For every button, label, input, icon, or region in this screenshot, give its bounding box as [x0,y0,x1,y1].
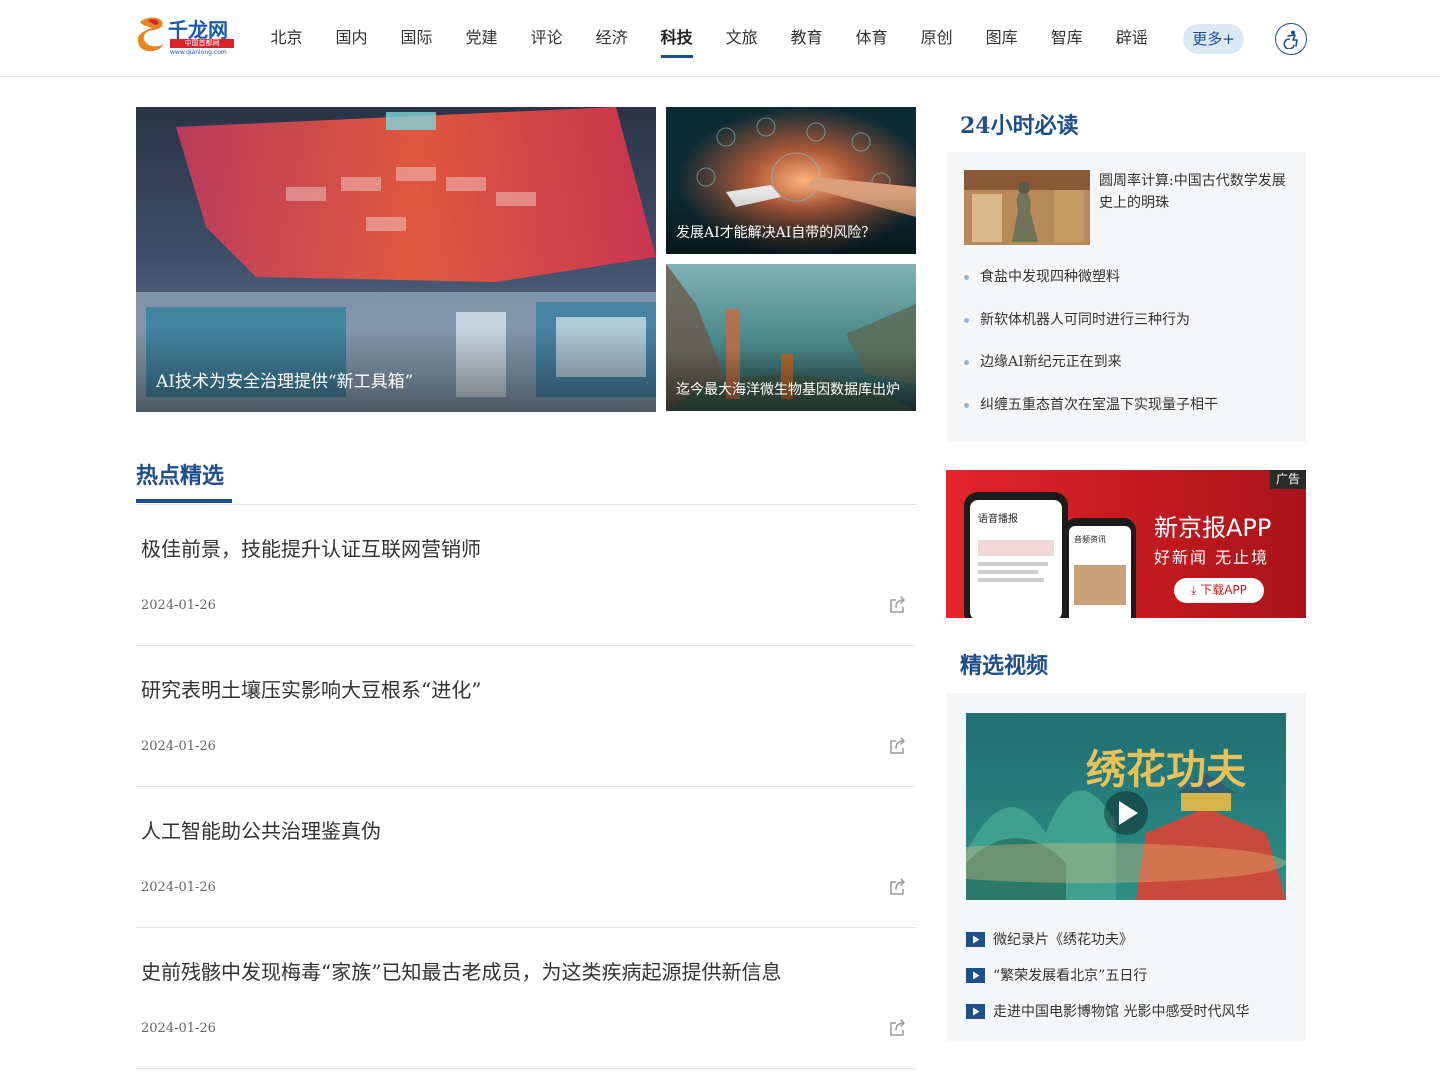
download-icon: ⤓ [1191,583,1197,597]
must-read-item-label: 边缘AI新纪元正在到来 [980,354,1122,370]
featured-videos-panel: 绣花功夫 微纪录片《绣花功夫》 “繁荣发展看北京”五日行走进中国电影博物馆 光影中… [946,693,1306,1041]
ad-download-button[interactable]: ⤓ 下载APP [1174,578,1264,603]
hot-picks-underline [136,499,232,503]
news-date: 2024-01-26 [141,880,216,895]
news-item[interactable]: 人工智能助公共治理鉴真伪 2024-01-26 [136,787,916,928]
share-icon[interactable] [888,736,908,756]
share-icon[interactable] [888,877,908,897]
must-read-item[interactable]: 食盐中发现四种微塑料 [964,256,1294,299]
news-date: 2024-01-26 [141,1021,216,1036]
site-logo[interactable]: 千龙网 中国首都网 www.qianlong.com [136,16,236,58]
must-read-list: 食盐中发现四种微塑料新软体机器人可同时进行三种行为 边缘AI新纪元正在到来纠缠五重… [964,256,1294,426]
nav-item-13[interactable]: 辟谣 [1116,0,1148,77]
must-read-thumbnail [964,170,1090,245]
accessibility-icon [1283,30,1298,49]
accessibility-button[interactable] [1275,23,1307,55]
nav-item-1[interactable]: 国内 [336,0,368,77]
logo-url: www.qianlong.com [170,49,227,56]
ad-title: 新京报APP [1154,514,1272,542]
must-read-panel: 圆周率计算:中国古代数学发展史上的明珠 食盐中发现四种微塑料新软体机器人可同时进… [946,152,1306,442]
ad-slogan: 好新闻 无止境 [1154,548,1270,567]
nav-item-7[interactable]: 文旅 [726,0,758,77]
share-icon[interactable] [888,1018,908,1038]
nav-item-6[interactable]: 科技 [660,0,693,77]
hero-side1-caption: 发展AI才能解决AI自带的风险？ [666,192,916,254]
app-ad-banner[interactable]: 语音播报 音频资讯 广告 新京报APP 好新闻 无止境 ⤓ 下载APP [946,470,1306,618]
nav-item-5[interactable]: 经济 [596,0,628,77]
featured-videos-title: 精选视频 [960,653,1049,679]
must-read-item[interactable]: 新软体机器人可同时进行三种行为 [964,299,1294,342]
news-title[interactable]: 人工智能助公共治理鉴真伪 [141,815,381,844]
play-icon [966,1004,985,1019]
site-header: 千龙网 中国首都网 www.qianlong.com 北京 国内 国际 党建 评论 经济科… [0,0,1440,77]
news-item[interactable]: 研究表明土壤压实影响大豆根系“进化” 2024-01-26 [136,646,916,787]
must-read-featured[interactable]: 圆周率计算:中国古代数学发展史上的明珠 [964,170,1286,246]
news-title[interactable]: 史前残骸中发现梅毒“家族”已知最古老成员，为这类疾病起源提供新信息 [141,956,781,985]
video-thumbnail[interactable]: 绣花功夫 [966,713,1286,900]
news-item[interactable]: 史前残骸中发现梅毒“家族”已知最古老成员，为这类疾病起源提供新信息 2024-01… [136,928,916,1069]
share-icon[interactable] [888,595,908,615]
must-read-item-label: 纠缠五重态首次在室温下实现量子相干 [980,396,1218,413]
more-menu-button[interactable]: 更多+ [1183,24,1244,54]
ad-badge: 广告 [1270,470,1306,489]
play-icon [966,932,985,947]
hot-news-list: 极佳前景，技能提升认证互联网营销师 2024-01-26 研究表明土壤压实影响大豆根… [136,505,916,1069]
video-thumb-caption: 绣花功夫 [1086,746,1247,793]
must-read-featured-title: 圆周率计算:中国古代数学发展史上的明珠 [1099,173,1286,211]
nav-item-0[interactable]: 北京 [271,0,303,77]
nav-item-4[interactable]: 评论 [531,0,563,77]
ad-screen-label-1: 语音播报 [978,512,1018,525]
video-item-label: 走进中国电影博物馆 光影中感受时代风华 [993,1004,1250,1020]
hero-side-story-1[interactable]: 发展AI才能解决AI自带的风险？ [666,107,916,254]
news-title[interactable]: 研究表明土壤压实影响大豆根系“进化” [141,674,481,703]
video-item[interactable]: 走进中国电影博物馆 光影中感受时代风华 [966,994,1296,1030]
logo-tagline: 中国首都网 [170,39,234,48]
hot-picks-title: 热点精选 [136,463,225,489]
news-date: 2024-01-26 [141,739,216,754]
hero-main-caption: AI技术为安全治理提供“新工具箱” [136,327,656,412]
nav-item-8[interactable]: 教育 [791,0,823,77]
nav-item-11[interactable]: 图库 [986,0,1018,77]
must-read-title: 24小时必读 [960,113,1079,139]
nav-item-10[interactable]: 原创 [921,0,953,77]
bullet-dot-icon [964,317,969,323]
must-read-item[interactable]: 边缘AI新纪元正在到来 [964,341,1294,384]
video-item[interactable]: 微纪录片《绣花功夫》 [966,922,1296,958]
ad-screen-label-2: 音频资讯 [1074,534,1106,544]
bullet-dot-icon [964,402,969,408]
hero-side2-caption: 迄今最大海洋微生物基因数据库出炉 [666,349,916,411]
nav-item-2[interactable]: 国际 [401,0,433,77]
hero-side-story-2[interactable]: 迄今最大海洋微生物基因数据库出炉 [666,264,916,411]
must-read-item-label: 新软体机器人可同时进行三种行为 [980,311,1190,328]
video-list: 微纪录片《绣花功夫》 “繁荣发展看北京”五日行走进中国电影博物馆 光影中感受时代风… [966,922,1296,1030]
play-icon [966,968,985,983]
news-date: 2024-01-26 [141,598,216,613]
must-read-item-label: 食盐中发现四种微塑料 [980,269,1120,285]
news-item[interactable]: 极佳前景，技能提升认证互联网营销师 2024-01-26 [136,505,916,646]
must-read-item[interactable]: 纠缠五重态首次在室温下实现量子相干 [964,384,1294,427]
bullet-dot-icon [964,275,969,280]
news-title[interactable]: 极佳前景，技能提升认证互联网营销师 [141,533,481,562]
nav-item-9[interactable]: 体育 [856,0,888,77]
nav-item-3[interactable]: 党建 [466,0,498,77]
hero-main-story[interactable]: AI技术为安全治理提供“新工具箱” [136,107,656,412]
video-item-label: 微纪录片《绣花功夫》 [993,932,1133,948]
bullet-dot-icon [964,360,969,365]
ad-phones-image: 语音播报 音频资讯 [964,492,1136,618]
ad-download-label: 下载APP [1200,583,1247,597]
video-item-label: “繁荣发展看北京”五日行 [993,968,1148,984]
dragon-logo-icon [137,17,164,52]
main-nav: 北京 国内 国际 党建 评论 经济 科技 文旅 教育 体育 原创 图库 智库 辟谣 [254,0,1164,77]
video-item[interactable]: “繁荣发展看北京”五日行 [966,958,1296,994]
nav-item-12[interactable]: 智库 [1051,0,1083,77]
